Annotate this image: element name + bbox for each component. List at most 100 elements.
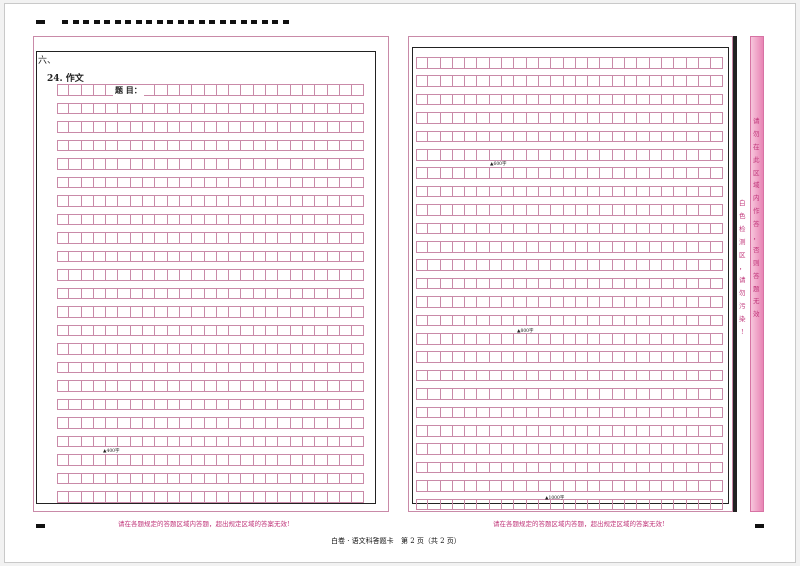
grid-cell[interactable] xyxy=(106,176,119,188)
grid-cell[interactable] xyxy=(315,324,328,336)
grid-cell[interactable] xyxy=(57,343,70,355)
grid-cell[interactable] xyxy=(290,213,303,225)
grid-cell[interactable] xyxy=(600,498,613,511)
grid-cell[interactable] xyxy=(204,176,217,188)
grid-cell[interactable] xyxy=(563,351,576,363)
grid-cell[interactable] xyxy=(167,102,180,114)
grid-cell[interactable] xyxy=(130,435,144,447)
grid-cell[interactable] xyxy=(649,185,662,198)
grid-cell[interactable] xyxy=(551,112,564,124)
grid-cell[interactable] xyxy=(514,351,527,363)
grid-cell[interactable] xyxy=(93,121,107,133)
grid-cell[interactable] xyxy=(302,139,316,151)
grid-cell[interactable] xyxy=(118,250,131,262)
grid-cell[interactable] xyxy=(538,185,552,198)
grid-cell[interactable] xyxy=(57,250,70,262)
grid-cell[interactable] xyxy=(315,250,328,262)
grid-cell[interactable] xyxy=(612,333,626,345)
grid-cell[interactable] xyxy=(465,406,478,419)
grid-cell[interactable] xyxy=(130,158,144,170)
grid-cell[interactable] xyxy=(57,361,70,373)
grid-cell[interactable] xyxy=(489,369,503,382)
grid-cell[interactable] xyxy=(339,324,353,336)
grid-cell[interactable] xyxy=(339,121,353,133)
grid-cell[interactable] xyxy=(93,269,107,281)
grid-cell[interactable] xyxy=(551,167,564,179)
grid-cell[interactable] xyxy=(551,388,564,400)
grid-cell[interactable] xyxy=(649,149,662,161)
grid-cell[interactable] xyxy=(612,480,626,492)
grid-cell[interactable] xyxy=(625,461,638,474)
grid-cell[interactable] xyxy=(440,296,453,308)
grid-cell[interactable] xyxy=(575,167,589,179)
grid-cell[interactable] xyxy=(698,314,712,327)
grid-cell[interactable] xyxy=(526,461,539,474)
grid-cell[interactable] xyxy=(428,241,441,253)
grid-cell[interactable] xyxy=(538,130,552,143)
grid-cell[interactable] xyxy=(711,57,724,69)
grid-cell[interactable] xyxy=(698,461,712,474)
grid-cell[interactable] xyxy=(477,185,490,198)
grid-cell[interactable] xyxy=(179,398,193,410)
grid-cell[interactable] xyxy=(502,461,515,474)
grid-cell[interactable] xyxy=(428,222,441,235)
grid-cell[interactable] xyxy=(674,480,687,492)
grid-cell[interactable] xyxy=(588,277,601,290)
grid-cell[interactable] xyxy=(302,158,316,170)
grid-cell[interactable] xyxy=(452,296,466,308)
grid-cell[interactable] xyxy=(637,333,650,345)
grid-cell[interactable] xyxy=(588,57,601,69)
grid-cell[interactable] xyxy=(698,204,712,216)
grid-cell[interactable] xyxy=(661,333,675,345)
grid-cell[interactable] xyxy=(686,185,699,198)
grid-cell[interactable] xyxy=(69,121,82,133)
grid-cell[interactable] xyxy=(452,222,466,235)
grid-cell[interactable] xyxy=(352,250,365,262)
grid-cell[interactable] xyxy=(502,75,515,87)
grid-cell[interactable] xyxy=(130,380,144,392)
grid-cell[interactable] xyxy=(266,472,279,484)
grid-cell[interactable] xyxy=(327,232,340,244)
grid-cell[interactable] xyxy=(428,185,441,198)
grid-cell[interactable] xyxy=(81,287,94,299)
grid-cell[interactable] xyxy=(339,158,353,170)
grid-cell[interactable] xyxy=(551,461,564,474)
grid-cell[interactable] xyxy=(57,213,70,225)
grid-cell[interactable] xyxy=(612,277,626,290)
grid-cell[interactable] xyxy=(416,314,429,327)
grid-cell[interactable] xyxy=(588,204,601,216)
grid-cell[interactable] xyxy=(502,130,515,143)
grid-cell[interactable] xyxy=(106,472,119,484)
grid-cell[interactable] xyxy=(625,314,638,327)
grid-cell[interactable] xyxy=(327,287,340,299)
grid-cell[interactable] xyxy=(416,149,429,161)
grid-cell[interactable] xyxy=(551,333,564,345)
grid-cell[interactable] xyxy=(637,461,650,474)
grid-cell[interactable] xyxy=(526,259,539,271)
grid-cell[interactable] xyxy=(216,491,230,503)
grid-cell[interactable] xyxy=(575,388,589,400)
grid-cell[interactable] xyxy=(600,443,613,455)
grid-cell[interactable] xyxy=(625,277,638,290)
grid-cell[interactable] xyxy=(502,259,515,271)
grid-cell[interactable] xyxy=(192,343,205,355)
grid-cell[interactable] xyxy=(514,314,527,327)
grid-cell[interactable] xyxy=(514,241,527,253)
grid-cell[interactable] xyxy=(489,57,503,69)
grid-cell[interactable] xyxy=(290,454,303,466)
grid-cell[interactable] xyxy=(452,351,466,363)
grid-cell[interactable] xyxy=(253,287,267,299)
grid-cell[interactable] xyxy=(575,185,589,198)
grid-cell[interactable] xyxy=(69,195,82,207)
grid-cell[interactable] xyxy=(440,185,453,198)
grid-cell[interactable] xyxy=(637,149,650,161)
grid-cell[interactable] xyxy=(253,472,267,484)
grid-cell[interactable] xyxy=(465,204,478,216)
grid-cell[interactable] xyxy=(661,480,675,492)
grid-cell[interactable] xyxy=(241,232,254,244)
grid-cell[interactable] xyxy=(118,398,131,410)
grid-cell[interactable] xyxy=(526,277,539,290)
grid-cell[interactable] xyxy=(278,324,291,336)
grid-cell[interactable] xyxy=(253,380,267,392)
grid-cell[interactable] xyxy=(686,259,699,271)
